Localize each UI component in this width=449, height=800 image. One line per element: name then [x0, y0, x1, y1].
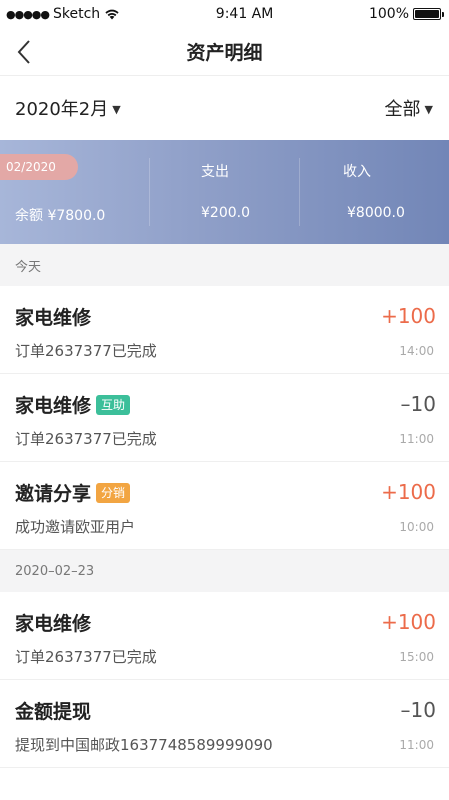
section-header: 2020–02–23 — [0, 550, 449, 592]
page-title: 资产明细 — [186, 42, 263, 64]
transaction-title: 邀请分享 — [15, 483, 92, 505]
transaction-amount: +100 — [381, 480, 436, 504]
battery-info: 100% — [368, 6, 444, 22]
transaction-item[interactable]: 家电维修 订单2637377已完成 +100 14:00 — [0, 286, 449, 374]
transaction-title: 家电维修 — [15, 613, 92, 635]
transaction-title: 家电维修 — [15, 307, 92, 329]
carrier-info: ●●●●● Sketch — [6, 6, 120, 22]
transaction-title: 金额提现 — [15, 701, 92, 723]
back-button[interactable] — [12, 38, 36, 66]
transaction-item[interactable]: 金额提现 提现到中国邮政1637748589999090 –10 11:00 — [0, 680, 449, 768]
status-time: 9:41 AM — [215, 6, 274, 22]
month-badge: 02/2020 — [0, 154, 78, 180]
transaction-amount: –10 — [400, 698, 436, 722]
carrier-name: Sketch — [53, 6, 101, 22]
balance-value: 余额 ¥7800.0 — [15, 208, 106, 224]
tag-badge: 分销 — [96, 482, 131, 503]
transaction-subtitle: 订单2637377已完成 — [15, 648, 157, 666]
summary-expense: 支出 ¥200.0 — [149, 140, 299, 244]
summary-income: 收入 ¥8000.0 — [299, 140, 449, 244]
transaction-amount: +100 — [381, 304, 436, 328]
transaction-amount: –10 — [400, 392, 436, 416]
expense-value: ¥200.0 — [201, 205, 250, 221]
income-label: 收入 — [343, 164, 371, 180]
battery-percent: 100% — [368, 6, 409, 22]
transaction-time: 11:00 — [399, 432, 434, 446]
transaction-title: 家电维修 — [15, 395, 92, 417]
income-value: ¥8000.0 — [347, 205, 405, 221]
transaction-time: 14:00 — [399, 344, 434, 358]
transaction-amount: +100 — [381, 610, 436, 634]
transaction-item[interactable]: 邀请分享 分销 成功邀请欧亚用户 +100 10:00 — [0, 462, 449, 550]
transaction-time: 11:00 — [399, 738, 434, 752]
transaction-subtitle: 订单2637377已完成 — [15, 430, 157, 448]
transaction-time: 10:00 — [399, 520, 434, 534]
caret-down-icon: ▼ — [112, 102, 121, 116]
transaction-subtitle: 订单2637377已完成 — [15, 342, 157, 360]
status-bar: ●●●●● Sketch 9:41 AM 100% — [0, 0, 449, 28]
transaction-time: 15:00 — [399, 650, 434, 664]
transaction-subtitle: 提现到中国邮政1637748589999090 — [15, 736, 273, 754]
summary-card: 02/2020 余额 ¥7800.0 支出 ¥200.0 收入 ¥8000.0 — [0, 140, 449, 244]
filter-row: 2020年2月 ▼ 全部 ▼ — [0, 76, 449, 140]
signal-icon: ●●●●● — [6, 7, 50, 21]
caret-down-icon: ▼ — [424, 102, 433, 116]
month-filter-label: 2020年2月 — [15, 99, 109, 120]
transaction-subtitle: 成功邀请欧亚用户 — [15, 518, 136, 536]
section-header: 今天 — [0, 244, 449, 286]
transaction-item[interactable]: 家电维修 互助 订单2637377已完成 –10 11:00 — [0, 374, 449, 462]
wifi-icon — [104, 8, 120, 20]
type-filter[interactable]: 全部 ▼ — [385, 95, 433, 121]
battery-icon — [413, 8, 444, 20]
type-filter-label: 全部 — [384, 99, 421, 120]
chevron-left-icon — [17, 40, 30, 64]
month-filter[interactable]: 2020年2月 ▼ — [15, 95, 121, 121]
transaction-item[interactable]: 家电维修 订单2637377已完成 +100 15:00 — [0, 592, 449, 680]
expense-label: 支出 — [201, 164, 229, 180]
nav-bar: 资产明细 — [0, 28, 449, 76]
summary-balance: 02/2020 余额 ¥7800.0 — [0, 140, 149, 244]
transaction-list: 今天 家电维修 订单2637377已完成 +100 14:00 家电维修 互助 … — [0, 244, 449, 768]
tag-badge: 互助 — [96, 394, 131, 415]
